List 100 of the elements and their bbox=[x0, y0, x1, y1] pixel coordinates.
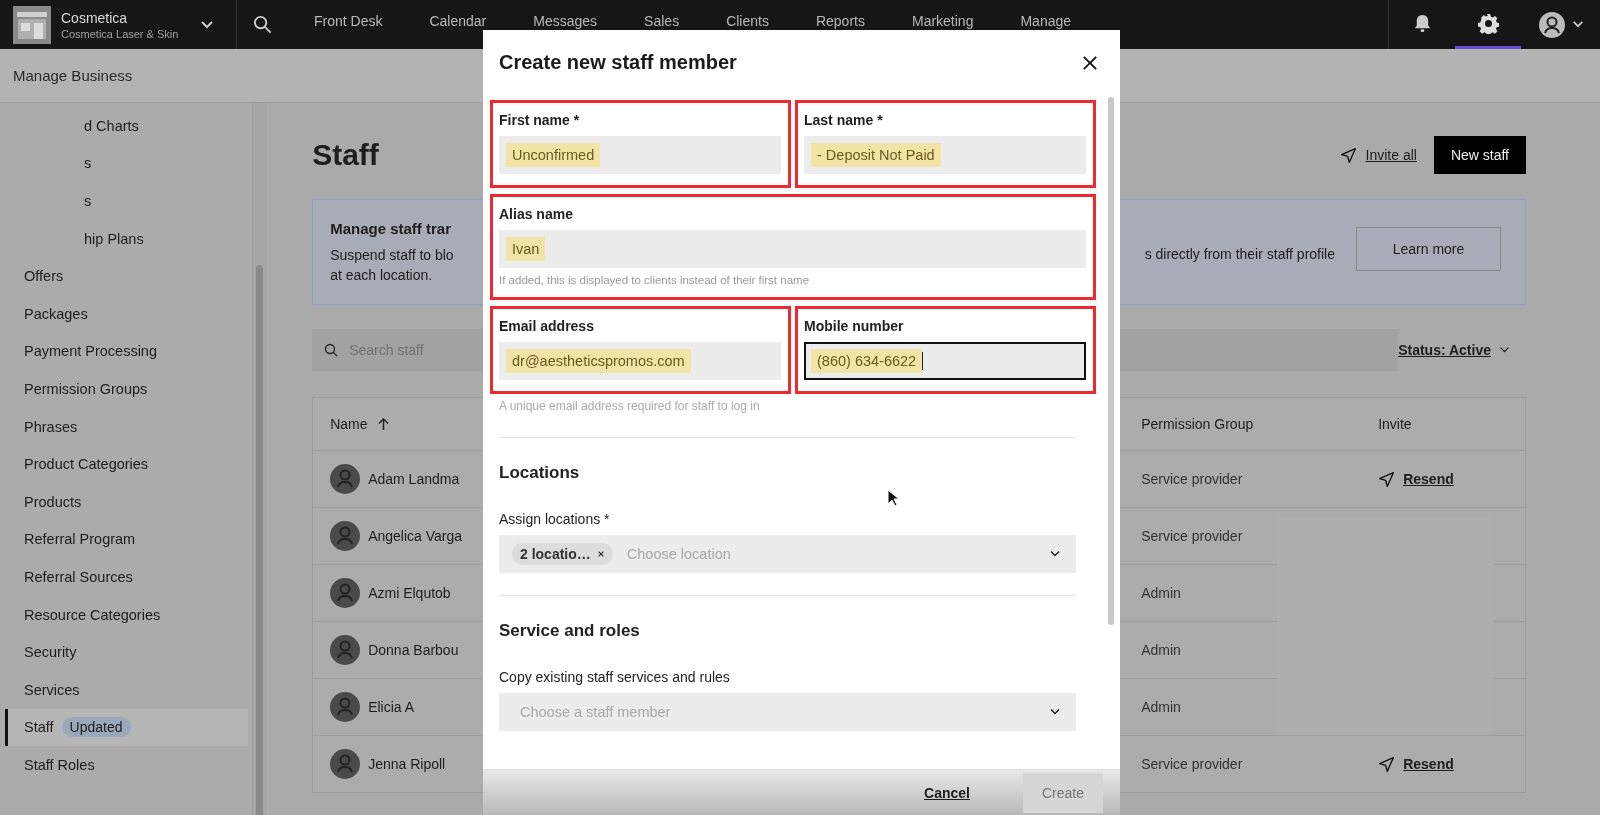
cancel-link[interactable]: Cancel bbox=[924, 784, 970, 801]
sidebar-item[interactable]: Permission Groups bbox=[5, 370, 248, 408]
search-icon bbox=[324, 342, 340, 358]
sidebar-item[interactable]: Referral Program bbox=[5, 520, 248, 559]
sidebar-item[interactable]: Resource Categories bbox=[5, 595, 248, 634]
business-name: Cosmetica bbox=[61, 9, 129, 26]
sidebar-item[interactable]: d Charts bbox=[5, 107, 248, 145]
table-cell-text: Service provider bbox=[1141, 528, 1244, 544]
staff-name: Donna Barbou bbox=[368, 642, 459, 658]
field-label: Alias name bbox=[499, 206, 574, 224]
table-cell-text: Service provider bbox=[1141, 471, 1244, 487]
column-header[interactable]: Permission Group bbox=[1141, 416, 1379, 432]
sidebar-item[interactable]: Staff Updated bbox=[5, 708, 248, 747]
settings-icon bbox=[1477, 12, 1499, 34]
close-icon[interactable] bbox=[1082, 54, 1098, 71]
sidebar-item[interactable]: Services bbox=[5, 670, 248, 709]
resend-link[interactable]: Resend bbox=[1378, 470, 1454, 488]
send-icon bbox=[1378, 755, 1396, 773]
chevron-down-icon[interactable] bbox=[200, 19, 215, 30]
staff-name: Azmi Elqutob bbox=[368, 585, 451, 601]
field-label: Email address bbox=[499, 318, 595, 336]
placeholder-text: Choose location bbox=[626, 546, 731, 562]
sidebar-item[interactable]: s bbox=[5, 182, 248, 220]
nav-link[interactable]: Sales bbox=[644, 13, 680, 29]
send-icon bbox=[1339, 146, 1357, 164]
chevron-down-icon bbox=[1049, 550, 1061, 558]
chevron-down-icon[interactable] bbox=[1572, 20, 1584, 29]
field-label: Last name * bbox=[804, 112, 884, 130]
nav-link[interactable]: Calendar bbox=[429, 13, 487, 29]
field-label: Assign locations * bbox=[499, 511, 611, 527]
resend-link[interactable]: Resend bbox=[1378, 755, 1454, 773]
placeholder-text: Choose a staff member bbox=[520, 704, 671, 720]
banner-title: Manage staff trar bbox=[330, 219, 453, 237]
scrollbar-thumb[interactable] bbox=[1108, 97, 1114, 625]
learn-more-button[interactable]: Learn more bbox=[1356, 227, 1501, 271]
banner-text: s directly from their staff profile bbox=[1144, 245, 1335, 262]
location-name: Cosmetica Laser & Skin bbox=[61, 27, 179, 40]
avatar-icon bbox=[330, 578, 361, 608]
helper-text: If added, this is displayed to clients instead of their first name bbox=[499, 274, 811, 286]
staff-name: Angelica Varga bbox=[368, 528, 463, 544]
staff-name: Elicia A bbox=[368, 699, 415, 715]
column-header: Invite bbox=[1378, 416, 1413, 432]
sidebar-item[interactable]: Payment Processing bbox=[5, 332, 248, 371]
search-icon[interactable] bbox=[253, 15, 272, 34]
text-field[interactable]: Ivan bbox=[499, 230, 1086, 268]
staff-name: Jenna Ripoll bbox=[368, 756, 446, 772]
avatar-icon bbox=[330, 464, 361, 494]
sidebar-item[interactable]: Offers bbox=[5, 257, 248, 295]
avatar-icon bbox=[330, 635, 361, 665]
send-icon bbox=[1378, 470, 1396, 488]
nav-link[interactable]: Messages bbox=[533, 13, 598, 29]
text-field[interactable]: - Deposit Not Paid bbox=[804, 136, 1086, 174]
status-badge: Updated bbox=[61, 717, 131, 738]
sidebar-item[interactable]: Staff Roles bbox=[5, 746, 248, 784]
table-cell-text: Admin bbox=[1141, 585, 1182, 601]
banner-text: at each location. bbox=[330, 265, 434, 285]
sidebar-item[interactable]: hip Plans bbox=[5, 219, 248, 258]
sidebar-item[interactable]: Phrases bbox=[5, 407, 248, 446]
location-select[interactable]: 2 locatio… Choose location bbox=[499, 535, 1076, 573]
cursor-icon bbox=[887, 489, 899, 507]
dialog-title: Create new staff member bbox=[499, 51, 737, 74]
nav-link[interactable]: Clients bbox=[726, 13, 769, 29]
section-heading: Locations bbox=[499, 463, 581, 483]
text-field[interactable]: dr@aestheticspromos.com bbox=[499, 342, 781, 380]
sidebar-item[interactable]: s bbox=[5, 144, 248, 183]
sidebar-item[interactable]: Product Categories bbox=[5, 445, 248, 483]
invite-all-link[interactable]: Invite all bbox=[1339, 146, 1417, 164]
nav-link[interactable]: Manage bbox=[1020, 13, 1072, 29]
remove-icon[interactable] bbox=[596, 550, 605, 558]
scrollbar-thumb[interactable] bbox=[255, 265, 263, 815]
banner-text: Suspend staff to blo bbox=[330, 245, 455, 265]
location-chip[interactable]: 2 locatio… bbox=[512, 543, 613, 565]
avatar-icon bbox=[330, 521, 361, 551]
sidebar-item[interactable]: Security bbox=[5, 633, 248, 671]
page-title: Manage Business bbox=[13, 67, 133, 84]
field-label: Copy existing staff services and rules bbox=[499, 669, 731, 685]
table-cell-text: Service provider bbox=[1141, 756, 1244, 772]
new-staff-button[interactable]: New staff bbox=[1433, 136, 1526, 174]
sidebar-item[interactable]: Referral Sources bbox=[5, 558, 248, 596]
column-header[interactable]: Name bbox=[330, 416, 1142, 432]
text-field[interactable]: Unconfirmed bbox=[499, 136, 781, 174]
text-field[interactable]: (860) 634-6622 bbox=[804, 342, 1086, 380]
field-label: First name * bbox=[499, 112, 581, 130]
chevron-down-icon bbox=[1049, 708, 1061, 716]
avatar-icon bbox=[330, 692, 361, 722]
avatar-icon[interactable] bbox=[1538, 10, 1566, 39]
arrow-up-icon bbox=[377, 417, 389, 431]
nav-link[interactable]: Marketing bbox=[911, 13, 974, 29]
sidebar-item[interactable]: Products bbox=[5, 482, 248, 521]
avatar-icon bbox=[330, 749, 361, 779]
nav-link[interactable]: Front Desk bbox=[314, 13, 383, 29]
nav-link[interactable]: Reports bbox=[815, 13, 865, 29]
sidebar-item[interactable]: Packages bbox=[5, 294, 248, 333]
staff-name: Adam Landma bbox=[368, 471, 460, 487]
chevron-down-icon bbox=[1499, 346, 1510, 354]
helper-text: A unique email address required for staff to log in bbox=[499, 398, 761, 415]
storefront-icon[interactable] bbox=[13, 5, 51, 44]
status-filter[interactable]: Status: Active bbox=[1398, 342, 1510, 358]
table-cell-text: Admin bbox=[1141, 699, 1182, 715]
field-label: Mobile number bbox=[804, 318, 905, 336]
